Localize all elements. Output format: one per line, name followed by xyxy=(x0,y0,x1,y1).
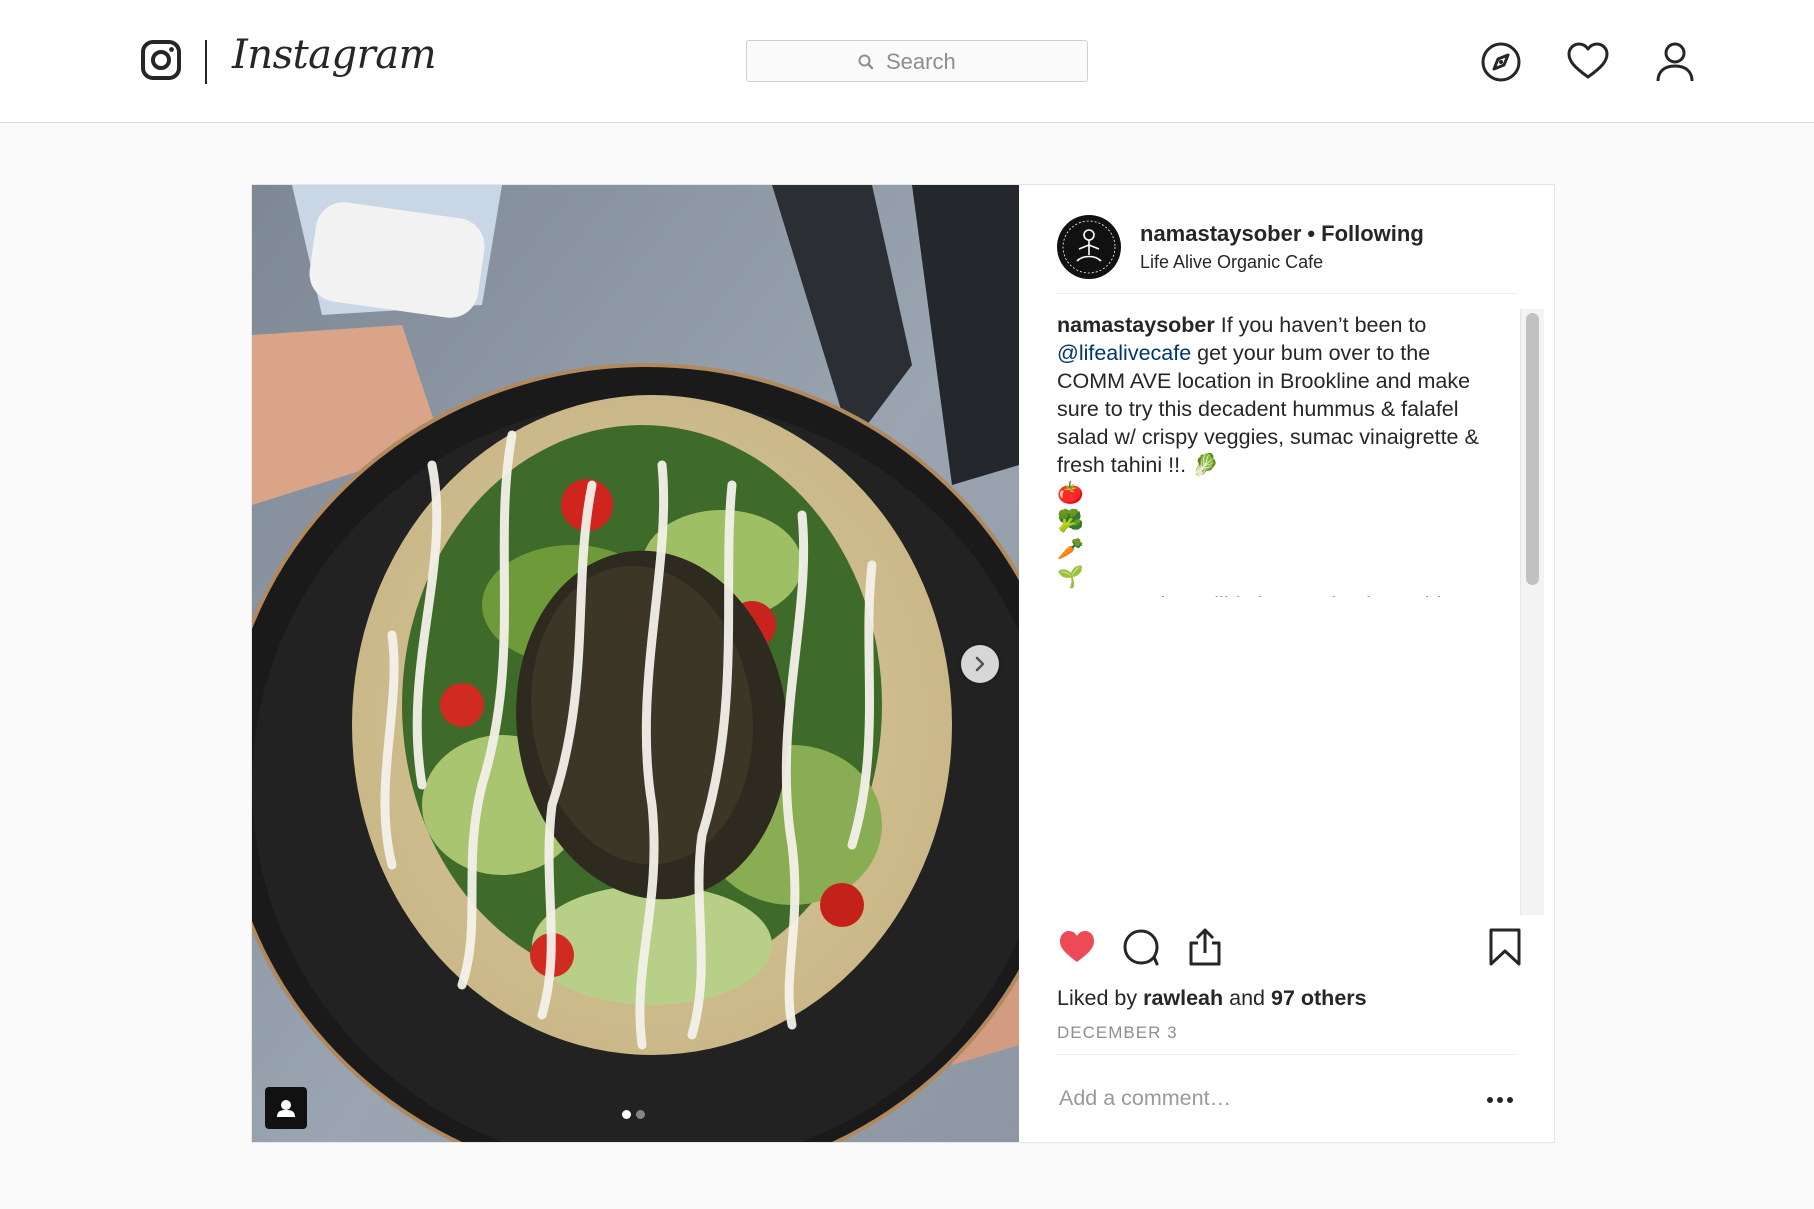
comment-icon[interactable] xyxy=(1121,927,1161,967)
more-options-icon[interactable] xyxy=(1485,1095,1515,1105)
post-date[interactable]: DECEMBER 3 xyxy=(1057,1023,1178,1043)
search-box[interactable]: Search xyxy=(746,40,1088,82)
brand-divider xyxy=(205,40,207,84)
likes-summary: Liked by rawleah and 97 others xyxy=(1057,986,1367,1011)
caption-text: 🌱 xyxy=(1057,565,1084,589)
separator-dot: • xyxy=(1307,221,1316,246)
post-header: namastaysober • Following Life Alive Organ… xyxy=(1057,215,1517,294)
caption-text: 🥕 xyxy=(1057,537,1084,561)
carousel-dot-active xyxy=(622,1110,631,1119)
caption-username[interactable]: namastaysober xyxy=(1057,313,1215,337)
next-photo-button[interactable] xyxy=(961,645,999,683)
post-card: namastaysober • Following Life Alive Organ… xyxy=(251,184,1555,1143)
liked-by-prefix: Liked by xyxy=(1057,986,1138,1010)
comment-input[interactable] xyxy=(1057,1085,1461,1112)
post-caption: namastaysober If you haven’t been to @li… xyxy=(1057,311,1485,597)
caption-text: 🍅 xyxy=(1057,481,1084,505)
caption-text: 🥦 xyxy=(1057,509,1084,533)
liked-by-user[interactable]: rawleah xyxy=(1143,986,1223,1010)
post-location[interactable]: Life Alive Organic Cafe xyxy=(1140,252,1323,273)
comment-area xyxy=(1057,1054,1517,1137)
search-icon xyxy=(858,54,874,70)
meditating-figure-icon xyxy=(1058,216,1120,278)
share-icon[interactable] xyxy=(1185,927,1225,967)
post-author-line: namastaysober • Following xyxy=(1140,221,1424,247)
heart-icon[interactable] xyxy=(1564,38,1612,86)
following-button[interactable]: Following xyxy=(1321,221,1424,246)
caption-link[interactable]: @lifealivecafe xyxy=(1057,341,1191,365)
caption-text: If you haven’t been to xyxy=(1214,313,1427,337)
person-tag-icon xyxy=(277,1100,295,1117)
liked-by-joiner: and xyxy=(1229,986,1266,1010)
caption-text: We are so incredibly honored to have thi… xyxy=(1057,593,1452,597)
instagram-wordmark[interactable]: Instagram xyxy=(232,32,437,78)
food-bowl-image xyxy=(252,185,1019,1142)
compass-icon[interactable] xyxy=(1477,38,1525,86)
avatar[interactable] xyxy=(1057,215,1121,279)
post-actions xyxy=(1057,927,1521,971)
post-details: namastaysober • Following Life Alive Organ… xyxy=(1019,185,1554,1142)
liked-by-others[interactable]: 97 others xyxy=(1271,986,1367,1010)
post-photo[interactable] xyxy=(252,185,1019,1142)
caption-scrollbar[interactable] xyxy=(1520,309,1544,915)
profile-icon[interactable] xyxy=(1651,38,1699,86)
chevron-right-icon xyxy=(975,656,985,672)
caption-scroll-area[interactable]: namastaysober If you haven’t been to @li… xyxy=(1057,311,1485,597)
carousel-indicator xyxy=(622,1110,645,1119)
tagged-users-button[interactable] xyxy=(265,1087,307,1129)
scrollbar-thumb xyxy=(1526,313,1539,585)
post-username[interactable]: namastaysober xyxy=(1140,221,1301,246)
search-input[interactable]: Search xyxy=(886,49,956,75)
carousel-dot xyxy=(636,1110,645,1119)
top-navigation: Instagram Search xyxy=(0,0,1814,123)
like-heart-icon[interactable] xyxy=(1057,927,1097,967)
bookmark-icon[interactable] xyxy=(1485,927,1525,967)
instagram-glyph-icon[interactable] xyxy=(141,40,181,80)
